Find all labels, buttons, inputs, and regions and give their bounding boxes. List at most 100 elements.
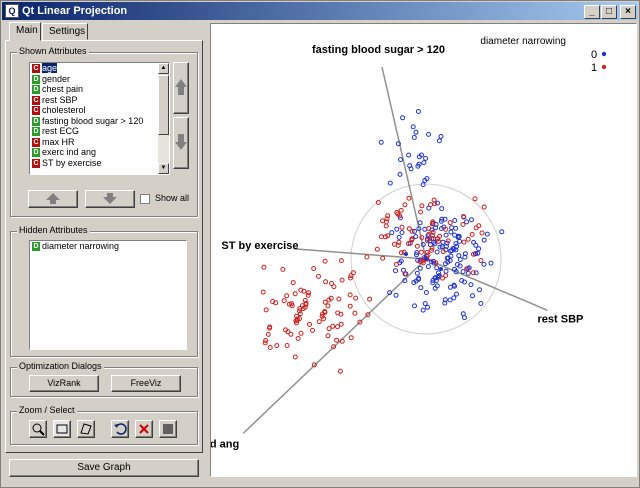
attribute-label: rest ECG xyxy=(42,126,80,136)
data-point xyxy=(290,280,296,286)
legend-class-0: 0 xyxy=(591,49,597,61)
data-point xyxy=(400,115,406,121)
title-bar[interactable]: Q Qt Linear Projection _ □ × xyxy=(2,2,638,20)
attribute-list-item[interactable]: Cage xyxy=(30,63,169,74)
shown-attributes-list[interactable]: Cage Dgender Dchest pain Crest SBP Ccholeste… xyxy=(29,62,170,175)
data-point xyxy=(367,296,373,302)
attribute-list-item[interactable]: Dchest pain xyxy=(30,84,169,95)
remove-selection-button[interactable] xyxy=(135,420,153,438)
data-point xyxy=(460,311,466,317)
data-point xyxy=(338,321,344,327)
data-point xyxy=(329,281,335,286)
data-point xyxy=(417,265,423,271)
anchor-label[interactable]: ST by exercise xyxy=(221,240,298,252)
data-point xyxy=(420,307,426,313)
hidden-attributes-group: Hidden Attributes Ddiameter narrowing xyxy=(10,225,198,357)
shown-list-scrollbar[interactable]: ▲ ▼ xyxy=(158,63,169,174)
rect-select-button[interactable] xyxy=(53,420,71,438)
data-point xyxy=(423,290,429,295)
undo-icon xyxy=(114,423,127,435)
data-point xyxy=(469,232,475,237)
data-point xyxy=(339,277,345,283)
transfer-controls: Show all xyxy=(10,185,198,215)
polygon-select-button[interactable] xyxy=(77,420,95,438)
data-point xyxy=(265,331,271,337)
arrow-down-icon xyxy=(175,134,187,150)
tab-main[interactable]: Main xyxy=(9,22,41,41)
data-point xyxy=(443,268,449,274)
data-point xyxy=(476,223,482,229)
data-point xyxy=(322,299,328,305)
send-selection-button[interactable] xyxy=(159,420,177,438)
undo-button[interactable] xyxy=(111,420,129,438)
zoom-tool-button[interactable] xyxy=(29,420,47,438)
data-point xyxy=(417,220,423,226)
data-point xyxy=(481,261,487,267)
data-point xyxy=(484,231,490,237)
data-point xyxy=(425,264,431,270)
data-point xyxy=(284,293,290,299)
data-point xyxy=(472,196,478,202)
attribute-list-item[interactable]: Dexerc ind ang xyxy=(30,147,169,158)
attribute-label: age xyxy=(42,63,58,73)
data-point xyxy=(394,226,400,232)
data-point xyxy=(338,258,344,264)
data-point xyxy=(399,230,405,235)
legend-marker-0 xyxy=(601,51,607,57)
data-point xyxy=(481,204,487,210)
data-point xyxy=(410,124,416,130)
data-point xyxy=(393,268,398,274)
scroll-thumb[interactable] xyxy=(158,75,169,135)
data-point xyxy=(406,152,412,158)
shown-attributes-title: Shown Attributes xyxy=(17,46,89,56)
data-point xyxy=(478,301,484,306)
scroll-up-icon[interactable]: ▲ xyxy=(158,63,169,74)
scroll-down-icon[interactable]: ▼ xyxy=(158,163,169,174)
data-point xyxy=(414,243,420,249)
attribute-label: fasting blood sugar > 120 xyxy=(42,115,144,126)
data-point xyxy=(448,229,454,235)
data-point xyxy=(476,246,482,252)
maximize-button[interactable]: □ xyxy=(601,5,617,19)
data-point xyxy=(434,249,440,255)
data-point xyxy=(481,237,487,243)
data-point xyxy=(422,226,428,232)
anchor-label[interactable]: fasting blood sugar > 120 xyxy=(312,44,445,56)
attribute-list-item[interactable]: Drest ECG xyxy=(30,126,169,137)
vizrank-button[interactable]: VizRank xyxy=(29,375,99,392)
attribute-list-item[interactable]: C ST by exercise xyxy=(30,158,169,169)
data-point xyxy=(387,180,393,186)
data-point xyxy=(449,225,455,231)
attribute-list-item[interactable]: Cmax HR xyxy=(30,137,169,148)
add-attribute-button[interactable] xyxy=(28,190,78,208)
minimize-button[interactable]: _ xyxy=(584,5,600,19)
data-point xyxy=(288,331,294,337)
attribute-list-item[interactable]: Crest SBP xyxy=(30,95,169,106)
show-all-checkbox[interactable] xyxy=(140,193,150,205)
data-point xyxy=(398,207,404,213)
data-point xyxy=(422,301,428,307)
freeviz-button[interactable]: FreeViz xyxy=(111,375,181,392)
scatter-canvas[interactable]: fasting blood sugar > 120 ST by exercise r… xyxy=(168,24,636,476)
data-point xyxy=(464,219,470,225)
hidden-attributes-list[interactable]: Ddiameter narrowing xyxy=(29,240,187,350)
close-button[interactable]: × xyxy=(620,5,636,19)
anchor-label[interactable]: rest SBP xyxy=(538,313,584,325)
move-down-button[interactable] xyxy=(173,117,189,169)
save-graph-button[interactable]: Save Graph xyxy=(9,459,199,477)
tab-settings[interactable]: Settings xyxy=(42,23,88,40)
data-point xyxy=(428,202,434,208)
attribute-list-item[interactable]: Dfasting blood sugar > 120 xyxy=(30,116,169,127)
data-point xyxy=(461,239,467,245)
data-point xyxy=(374,246,380,252)
move-up-button[interactable] xyxy=(173,62,189,114)
attribute-list-item[interactable]: Ccholesterol xyxy=(30,105,169,116)
remove-attribute-button[interactable] xyxy=(85,190,135,208)
data-point xyxy=(421,160,427,166)
anchor-label[interactable]: exerc ind ang xyxy=(168,438,239,450)
projection-graph[interactable]: fasting blood sugar > 120 ST by exercise r… xyxy=(168,23,637,477)
optimization-title: Optimization Dialogs xyxy=(17,361,104,371)
attribute-list-item[interactable]: Dgender xyxy=(30,74,169,85)
attribute-list-item[interactable]: Ddiameter narrowing xyxy=(30,241,186,252)
data-point xyxy=(411,135,417,140)
